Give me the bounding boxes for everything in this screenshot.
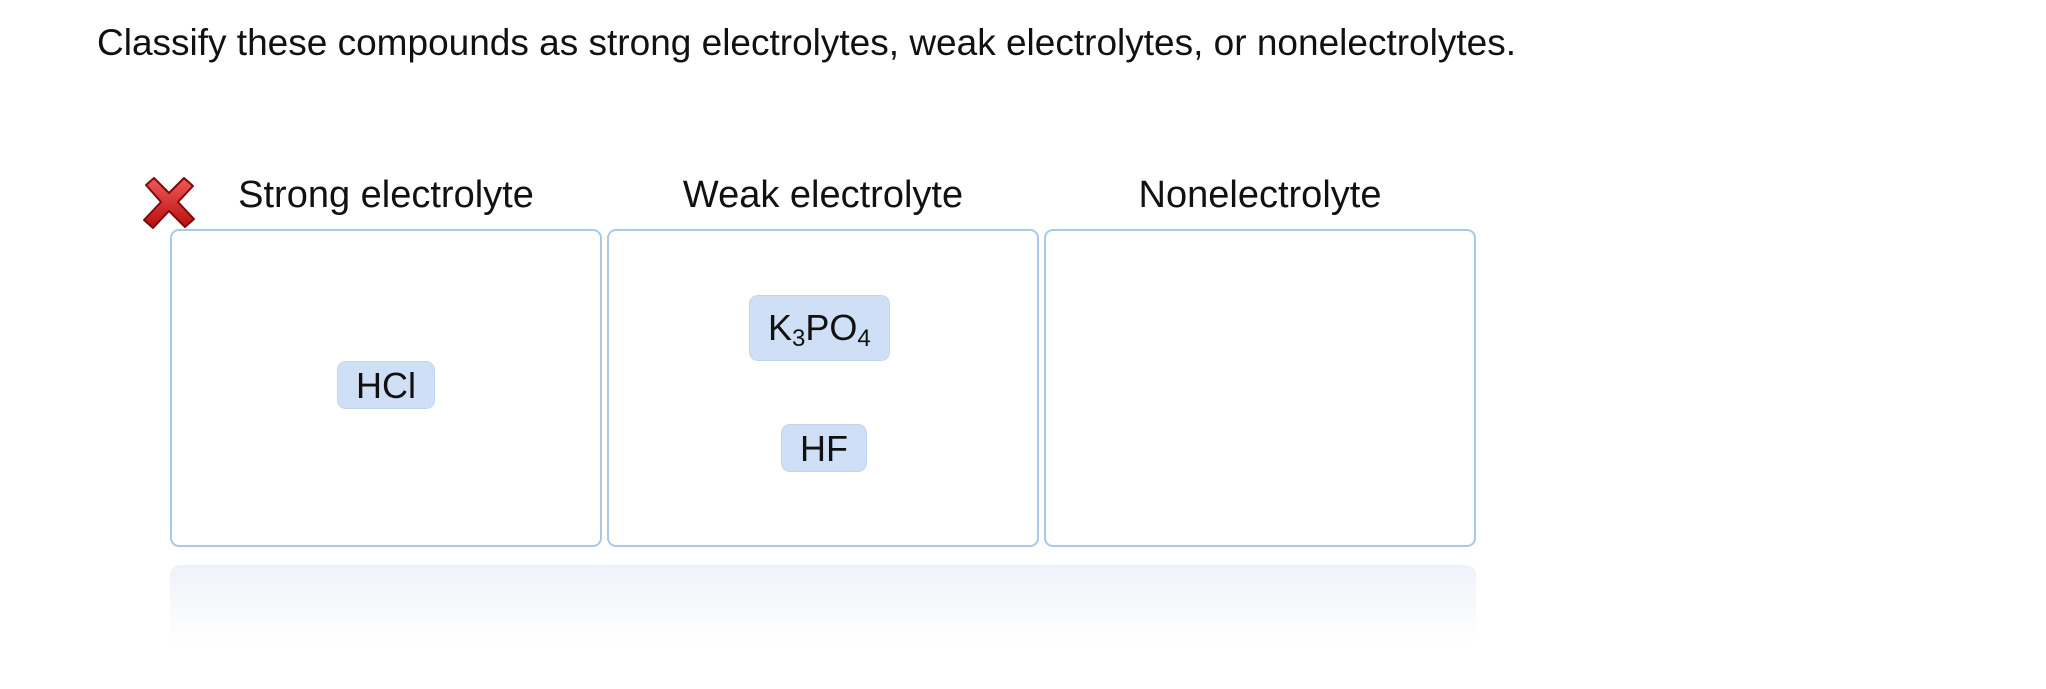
bin-header-strong-electrolyte: Strong electrolyte xyxy=(238,174,534,216)
bin-strong-electrolyte[interactable]: HCl xyxy=(170,229,602,547)
formula-subscript-3: 3 xyxy=(792,325,806,352)
compound-chip-hcl[interactable]: HCl xyxy=(337,361,435,409)
compound-chip-hf[interactable]: HF xyxy=(781,424,867,472)
compound-chip-label: HF xyxy=(800,428,848,469)
bin-weak-electrolyte[interactable]: K3PO4 HF xyxy=(607,229,1039,547)
compound-chip-k3po4[interactable]: K3PO4 xyxy=(749,295,890,361)
question-prompt: Classify these compounds as strong elect… xyxy=(97,22,1516,63)
compound-chip-label: HCl xyxy=(356,365,416,406)
answer-tray[interactable] xyxy=(170,565,1476,645)
bin-nonelectrolyte[interactable] xyxy=(1044,229,1476,547)
bin-header-nonelectrolyte: Nonelectrolyte xyxy=(1138,174,1382,216)
formula-part-k: K xyxy=(768,307,793,348)
formula-subscript-4: 4 xyxy=(857,325,871,352)
formula-part-po: PO xyxy=(805,307,858,348)
bin-header-weak-electrolyte: Weak electrolyte xyxy=(682,174,964,216)
